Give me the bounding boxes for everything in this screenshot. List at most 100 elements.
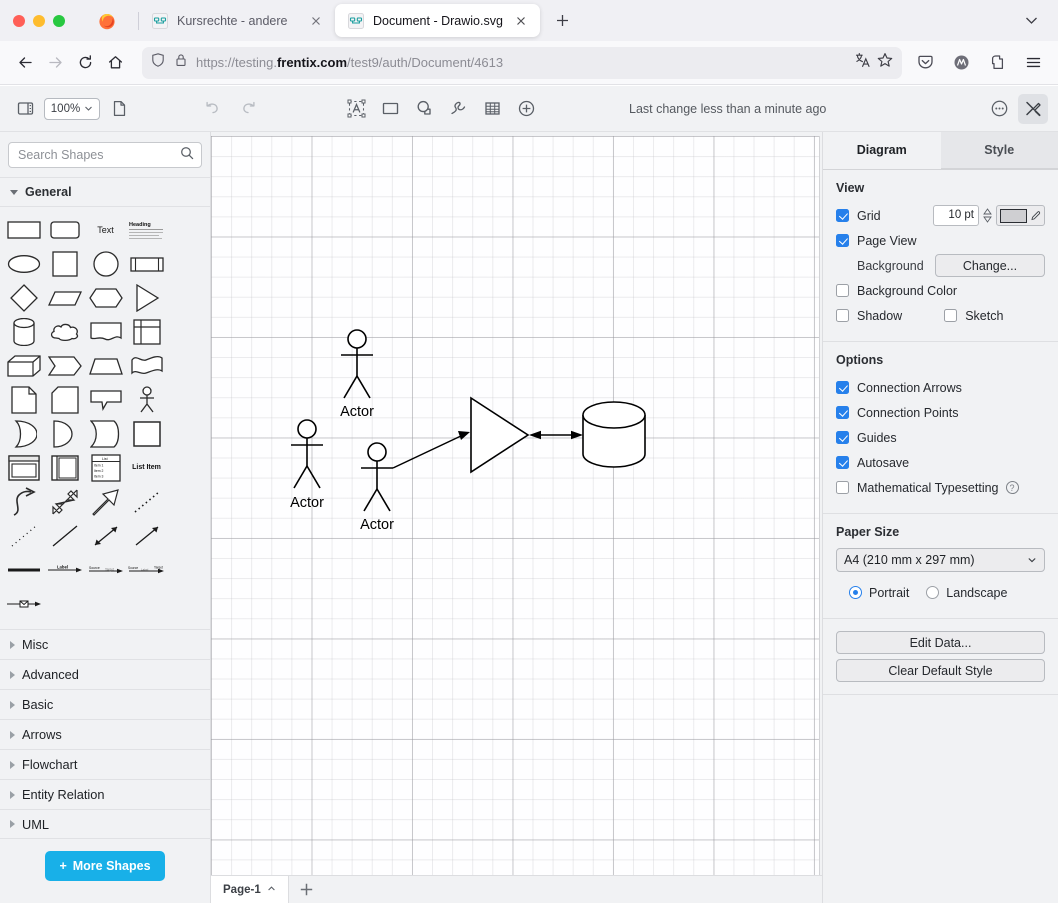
list-all-tabs-button[interactable]	[1016, 6, 1046, 36]
extensions-icon[interactable]	[982, 48, 1012, 78]
shape-trapezoid[interactable]	[85, 349, 126, 382]
shape-bidirectional-block-arrow[interactable]	[44, 485, 85, 518]
url-bar[interactable]: https://testing.frentix.com/test9/auth/D…	[142, 47, 902, 79]
sidebar-item-basic[interactable]: Basic	[0, 689, 210, 719]
shape-cloud[interactable]	[44, 315, 85, 348]
shield-icon[interactable]	[150, 52, 166, 73]
page-icon[interactable]	[104, 94, 134, 124]
browser-tab-0[interactable]: Kursrechte - andere	[139, 4, 335, 37]
connection-points-checkbox[interactable]	[836, 406, 849, 419]
shape-edge-label-arrow[interactable]	[3, 587, 44, 620]
shape-circle[interactable]	[85, 247, 126, 280]
insert-ellipse-icon[interactable]	[409, 94, 439, 124]
math-typesetting-checkbox[interactable]	[836, 481, 849, 494]
close-tab-0-icon[interactable]	[307, 12, 325, 30]
portrait-radio[interactable]	[849, 586, 862, 599]
shape-plain-line[interactable]	[44, 519, 85, 552]
clear-default-style-button[interactable]: Clear Default Style	[836, 659, 1045, 682]
background-color-checkbox[interactable]	[836, 284, 849, 297]
sidebar-item-arrows[interactable]: Arrows	[0, 719, 210, 749]
table-icon[interactable]	[477, 94, 507, 124]
freehand-icon[interactable]	[443, 94, 473, 124]
browser-tab-1[interactable]: Document - Drawio.svg	[335, 4, 540, 37]
shape-delay[interactable]	[85, 417, 126, 450]
shape-square[interactable]	[44, 247, 85, 280]
shape-bidirectional-arrow[interactable]	[85, 519, 126, 552]
pocket-icon[interactable]	[910, 48, 940, 78]
shape-hexagon[interactable]	[85, 281, 126, 314]
url-text[interactable]: https://testing.frentix.com/test9/auth/D…	[196, 55, 503, 70]
search-shapes-box[interactable]	[8, 142, 202, 168]
tab-diagram[interactable]: Diagram	[823, 132, 941, 169]
edit-data-button[interactable]: Edit Data...	[836, 631, 1045, 654]
shape-ellipse[interactable]	[3, 247, 44, 280]
shape-parallelogram[interactable]	[44, 281, 85, 314]
tab-style[interactable]: Style	[941, 132, 1058, 169]
landscape-radio[interactable]	[926, 586, 939, 599]
shape-callout[interactable]	[85, 383, 126, 416]
shape-actor[interactable]	[126, 383, 167, 416]
insert-text-icon[interactable]	[341, 94, 371, 124]
hamburger-menu-icon[interactable]	[1018, 48, 1048, 78]
zoom-level-select[interactable]: 100%	[44, 98, 100, 120]
maximize-window-button[interactable]	[53, 15, 65, 27]
shape-container[interactable]	[126, 417, 167, 450]
help-icon[interactable]: ?	[1006, 481, 1019, 494]
back-button[interactable]	[10, 48, 40, 78]
shape-or[interactable]	[3, 417, 44, 450]
lock-icon[interactable]	[173, 52, 189, 73]
shape-source-target-label-arrow[interactable]: SourceLabelTarget	[126, 553, 167, 586]
shape-source-target-arrow[interactable]: SourceTarget	[85, 553, 126, 586]
grid-color-button[interactable]	[996, 205, 1045, 226]
shape-data-storage[interactable]	[44, 417, 85, 450]
shape-card[interactable]	[44, 383, 85, 416]
shape-horizontal-container[interactable]	[44, 451, 85, 484]
shape-rounded-rect[interactable]	[44, 213, 85, 246]
close-tab-1-icon[interactable]	[512, 12, 530, 30]
page-tab-0[interactable]: Page-1	[211, 876, 289, 903]
plus-circle-icon[interactable]	[511, 94, 541, 124]
shape-triangle[interactable]	[126, 281, 167, 314]
paper-size-select[interactable]: A4 (210 mm x 297 mm)	[836, 548, 1045, 572]
shape-list[interactable]: ListItem 1Item 2Item 3	[85, 451, 126, 484]
sketch-checkbox[interactable]	[944, 309, 957, 322]
shape-process[interactable]	[126, 247, 167, 280]
add-page-button[interactable]	[289, 876, 325, 903]
shape-dashed-line[interactable]	[3, 519, 44, 552]
home-button[interactable]	[100, 48, 130, 78]
sidebar-item-advanced[interactable]: Advanced	[0, 659, 210, 689]
shape-vertical-container[interactable]	[3, 451, 44, 484]
shape-text[interactable]: Text	[85, 213, 126, 246]
shape-cube[interactable]	[3, 349, 44, 382]
shape-labeled-arrow[interactable]: Label	[44, 553, 85, 586]
shadow-checkbox[interactable]	[836, 309, 849, 322]
ellipsis-icon[interactable]	[984, 94, 1014, 124]
undo-icon[interactable]	[197, 94, 227, 124]
chevron-up-icon[interactable]	[267, 884, 276, 896]
shape-block-arrow[interactable]	[85, 485, 126, 518]
shape-cylinder[interactable]	[3, 315, 44, 348]
more-shapes-button[interactable]: + More Shapes	[45, 851, 164, 881]
shape-thick-line[interactable]	[3, 553, 44, 586]
format-panel-icon[interactable]	[1018, 94, 1048, 124]
shape-curved-arrow[interactable]	[3, 485, 44, 518]
guides-checkbox[interactable]	[836, 431, 849, 444]
shape-directional-arrow[interactable]	[126, 519, 167, 552]
grid-size-spinners[interactable]	[983, 208, 992, 223]
bookmark-star-icon[interactable]	[876, 51, 894, 74]
shape-dotted-line[interactable]	[126, 485, 167, 518]
grid-size-input[interactable]: 10 pt	[933, 205, 979, 226]
search-icon[interactable]	[180, 146, 194, 165]
shape-note[interactable]	[3, 383, 44, 416]
autosave-checkbox[interactable]	[836, 456, 849, 469]
shape-internal-storage[interactable]	[126, 315, 167, 348]
shape-rounded-rect-wide[interactable]	[3, 213, 44, 246]
shape-document[interactable]	[85, 315, 126, 348]
shape-diamond[interactable]	[3, 281, 44, 314]
sidebar-item-entity-relation[interactable]: Entity Relation	[0, 779, 210, 809]
page-view-checkbox[interactable]	[836, 234, 849, 247]
diagram-canvas[interactable]: Actor Actor Actor	[211, 132, 822, 875]
sidebar-item-misc[interactable]: Misc	[0, 629, 210, 659]
shape-list-item[interactable]: List Item	[126, 451, 167, 484]
sidebar-item-flowchart[interactable]: Flowchart	[0, 749, 210, 779]
